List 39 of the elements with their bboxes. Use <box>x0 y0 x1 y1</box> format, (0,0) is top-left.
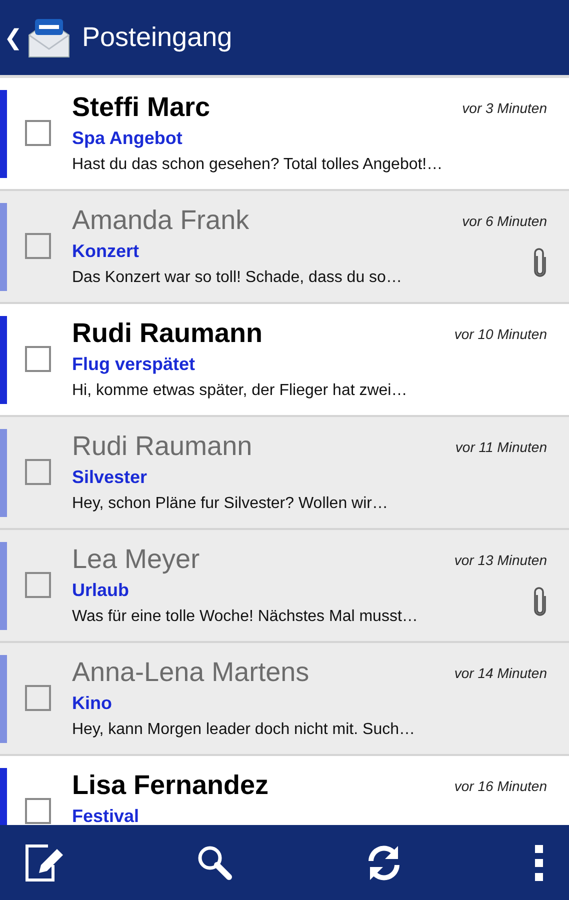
sender-name: Amanda Frank <box>72 204 250 237</box>
subject: Urlaub <box>72 579 130 602</box>
timestamp: vor 11 Minuten <box>455 438 547 457</box>
subject: Festival <box>72 805 140 825</box>
subject: Flug verspätet <box>72 353 196 376</box>
message-preview: Hey, schon Pläne fur Silvester? Wollen wir… <box>72 494 388 514</box>
timestamp: vor 14 Minuten <box>454 664 547 683</box>
more-options-icon[interactable] <box>532 844 545 880</box>
sender-name: Rudi Raumann <box>72 317 264 350</box>
timestamp: vor 10 Minuten <box>454 325 547 344</box>
checkbox[interactable] <box>25 120 51 146</box>
checkbox[interactable] <box>25 233 51 259</box>
message-preview: Hast du das schon gesehen? Total tolles Angebot!… <box>72 155 443 175</box>
subject: Kino <box>72 692 113 715</box>
message-preview: Was für eine tolle Woche! Nächstes Mal musst… <box>72 607 418 627</box>
subject: Silvester <box>72 466 148 489</box>
message-preview: Hey, kann Morgen leader doch nicht mit. Such… <box>72 720 415 740</box>
screen-title: Posteingang <box>82 21 232 54</box>
sender-name: Lisa Fernandez <box>72 769 270 802</box>
subject: Spa Angebot <box>72 127 184 150</box>
timestamp: vor 16 Minuten <box>454 777 547 796</box>
sender-name: Rudi Raumann <box>72 430 254 463</box>
timestamp: vor 3 Minuten <box>462 99 547 118</box>
checkbox[interactable] <box>25 346 51 372</box>
checkbox[interactable] <box>25 685 51 711</box>
subject: Konzert <box>72 240 140 263</box>
checkbox[interactable] <box>25 798 51 824</box>
compose-icon[interactable] <box>24 842 66 882</box>
message-preview: Das Konzert war so toll! Schade, dass du so… <box>72 268 402 288</box>
sender-name: Anna-Lena Martens <box>72 656 310 689</box>
message-preview: Hi, komme etwas später, der Flieger hat zwei… <box>72 381 408 401</box>
search-icon[interactable] <box>196 844 234 882</box>
sender-name: Lea Meyer <box>72 543 201 576</box>
checkbox[interactable] <box>25 572 51 598</box>
back-button[interactable]: ❮ <box>4 26 22 48</box>
checkbox[interactable] <box>25 459 51 485</box>
timestamp: vor 6 Minuten <box>462 212 547 231</box>
timestamp: vor 13 Minuten <box>454 551 547 570</box>
sender-name: Steffi Marc <box>72 91 212 124</box>
